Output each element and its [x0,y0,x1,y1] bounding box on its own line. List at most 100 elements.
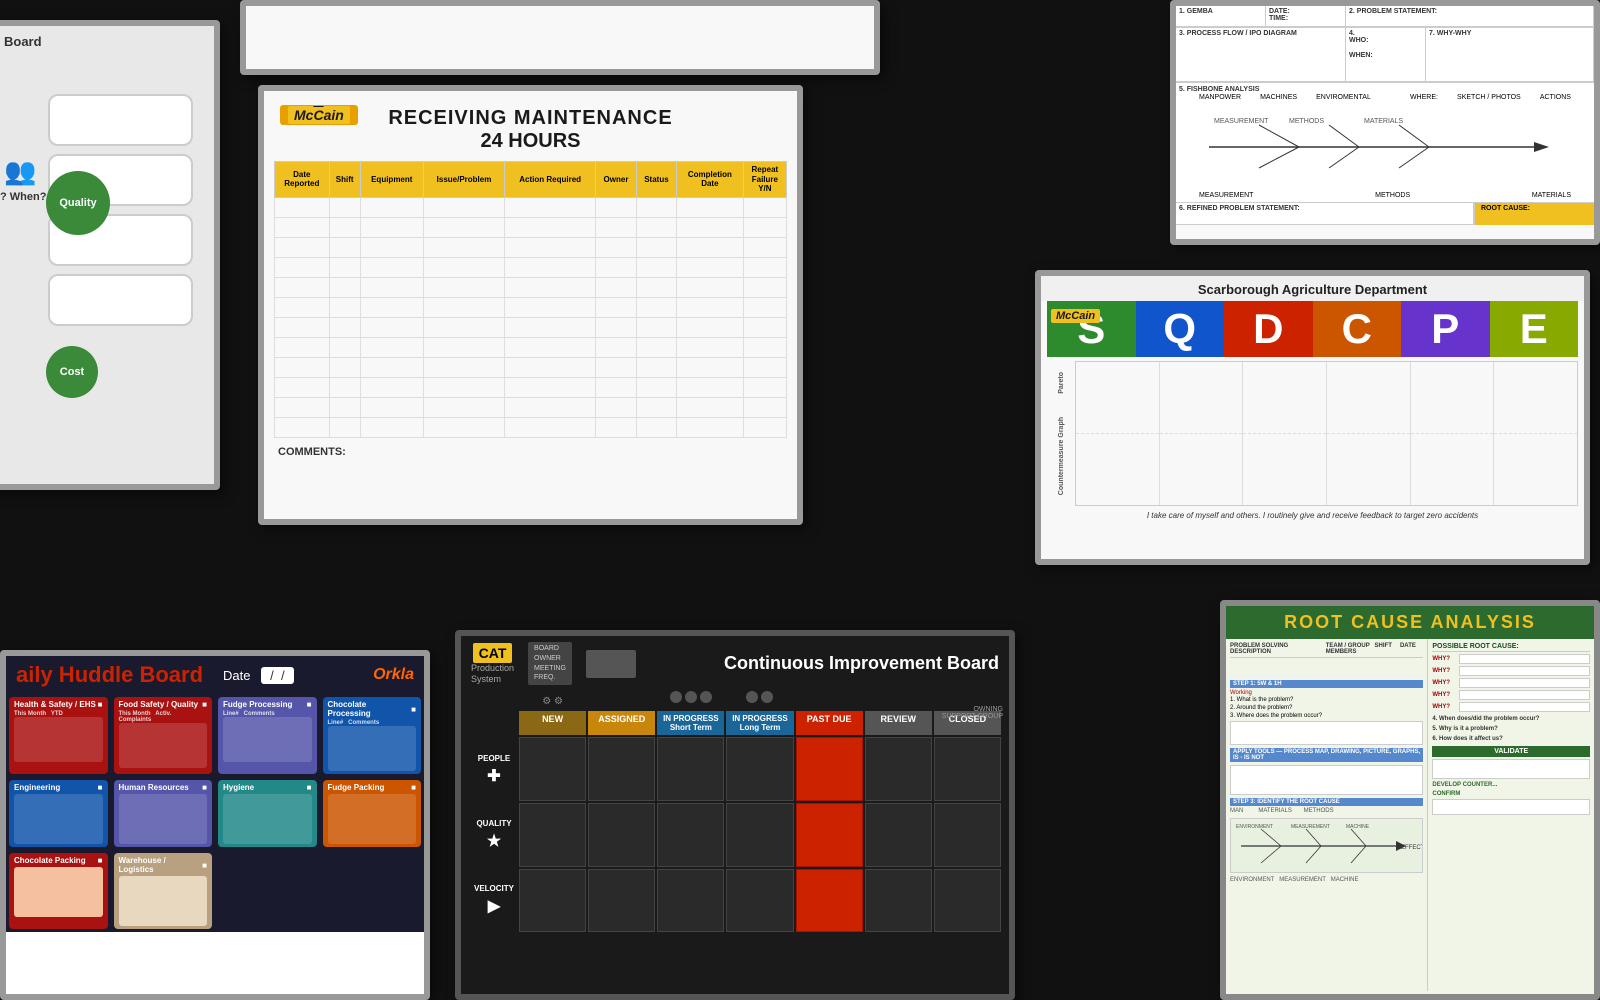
cost-bubble: Cost [46,346,98,398]
rca-header: ROOT CAUSE ANALYSIS [1226,606,1594,639]
maint-cell [636,217,676,237]
maint-cell [423,377,504,397]
board-8d-problem-solving: 1. GEMBA DATE: TIME: 2. PROBLEM STATEMEN… [1170,0,1600,245]
cell-people-long [726,737,793,801]
dept-hygiene: Hygiene ■ [218,780,317,847]
row-people: PEOPLE ✚ [469,737,519,802]
confirm-label: CONFIRM [1432,791,1590,797]
dept-title-engineering: Engineering ■ [14,783,103,792]
maint-cell [636,357,676,377]
cell-people-pastdue [796,737,863,801]
countermeasure-label: Countermeasure Graph [1058,417,1065,495]
cell-quality-short [657,803,724,867]
cell-quality-pastdue [796,803,863,867]
maint-cell [636,237,676,257]
col-pastdue: PAST DUE [796,711,863,735]
maint-cell [596,397,637,417]
col-issue: Issue/Problem [423,162,504,198]
maint-cell [677,377,744,397]
question-label: ? When? [0,191,46,203]
star-icon: ★ [487,831,501,851]
dept-engineering: Engineering ■ [9,780,108,847]
cell-people-closed [934,737,1001,801]
maint-cell [596,237,637,257]
maint-cell [360,317,423,337]
when-q1: 4. When does/did the problem occur? [1432,716,1590,722]
letter-e: E [1490,301,1579,357]
materials-label: MATERIALS [1532,192,1571,199]
col-date: DateReported [275,162,330,198]
cell-velocity-assigned [588,869,655,933]
why-row-1: WHY? [1432,654,1590,664]
cell-people-short [657,737,724,801]
actions-label: ACTIONS [1540,94,1571,101]
mccain-logo: McCain [280,105,358,125]
refined-label: 6. REFINED PROBLEM STATEMENT: [1179,205,1300,212]
gemba-label: 1. GEMBA [1179,8,1213,15]
board-top-partial [240,0,880,75]
cell-people-review [865,737,932,801]
cell-quality-closed [934,803,1001,867]
machines-label: MACHINES [1260,94,1297,101]
maint-cell [636,377,676,397]
cat-row-labels: PEOPLE ✚ QUALITY ★ VELOCITY ▶ [469,737,519,932]
maint-cell [275,197,330,217]
dept-title-warehouse: Warehouse / Logistics ■ [119,856,208,874]
measurement-label: MEASUREMENT [1199,192,1253,199]
maint-cell [743,357,786,377]
rca-body: PROBLEM SOLVING DESCRIPTION TEAM / GROUP… [1226,639,1594,991]
validate-area [1432,759,1590,779]
maint-cell [329,357,360,377]
maintenance-table: DateReported Shift Equipment Issue/Probl… [274,161,787,438]
maint-cell [743,217,786,237]
dept-title-fudge-pack: Fudge Packing ■ [328,783,417,792]
problem-statement-label: 2. PROBLEM STATEMENT: [1349,8,1437,15]
maint-cell [596,417,637,437]
maint-cell [360,197,423,217]
date-value: / / [261,667,295,684]
maint-cell [636,197,676,217]
root-cause-label: ROOT CAUSE: [1481,205,1530,212]
maint-cell [677,397,744,417]
cell-velocity-review [865,869,932,933]
dept-title-choc-pack: Chocolate Packing ■ [14,856,103,865]
dept-chocolate-packing: Chocolate Packing ■ [9,853,108,929]
q1: 1. What is the problem? [1230,697,1423,703]
svg-text:MACHINE: MACHINE [1346,824,1370,830]
row-velocity: VELOCITY ▶ [469,867,519,932]
people-icon: 👥 [4,156,36,187]
cell-velocity-closed [934,869,1001,933]
cell-velocity-pastdue [796,869,863,933]
orkla-logo: Orkla [373,666,414,684]
maint-cell [636,257,676,277]
fish-labels: MAN MATERIALS METHODS [1230,808,1423,814]
maint-cell [743,337,786,357]
maint-cell [423,237,504,257]
confirm-area [1432,799,1590,815]
maint-cell [505,237,596,257]
where-label: WHERE: [1410,94,1438,101]
maint-cell [360,237,423,257]
cat-header: CAT ProductionSystem BOARDOWNERMEETINGFR… [461,636,1009,691]
maint-cell [677,357,744,377]
maint-cell [505,357,596,377]
maint-cell [677,237,744,257]
cat-board-value [586,650,636,678]
maint-cell [360,377,423,397]
maint-cell [505,417,596,437]
maint-cell [360,417,423,437]
maint-cell [636,397,676,417]
maint-cell [677,317,744,337]
why-row-4: WHY? [1432,690,1590,700]
col-action: Action Required [505,162,596,198]
why-why-label: 7. WHY-WHY [1429,30,1471,37]
working-label: Working [1230,690,1423,696]
why-row-5: WHY? [1432,702,1590,712]
date-label: DATE: [1269,8,1342,15]
cat-col-headers: ⚙ ⚙ [469,691,1001,709]
dept-warehouse: Warehouse / Logistics ■ [114,853,213,929]
board-left-title: Board [4,34,206,49]
svg-text:MATERIALS: MATERIALS [1364,118,1403,125]
maint-cell [596,257,637,277]
maint-cell [505,317,596,337]
